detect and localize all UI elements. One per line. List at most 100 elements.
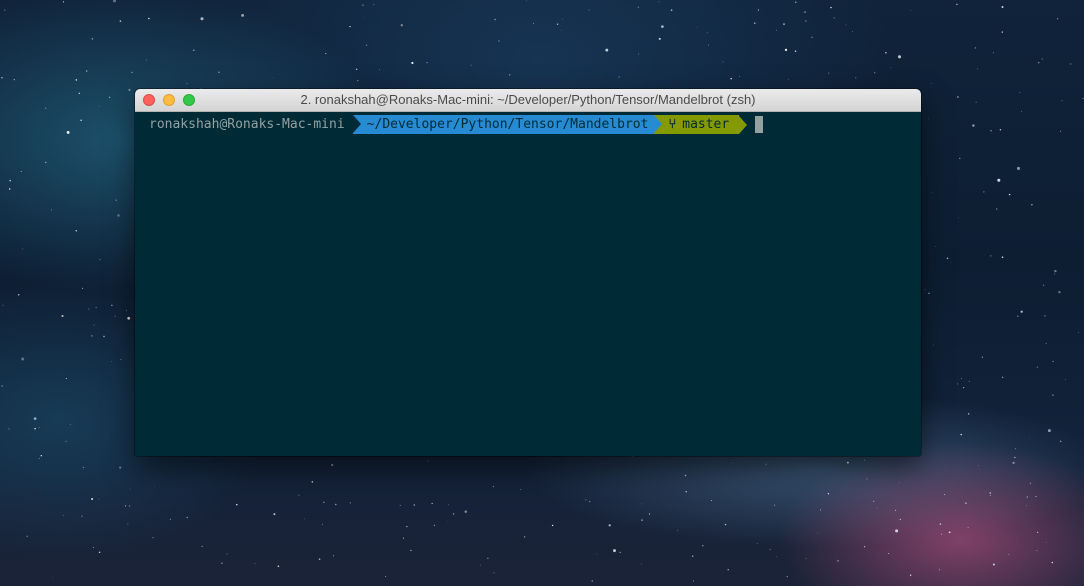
star [98, 551, 101, 553]
star [125, 505, 126, 507]
star [325, 52, 327, 55]
star [957, 96, 959, 98]
star [333, 555, 335, 557]
star [732, 462, 733, 463]
title-bar[interactable]: 2. ronakshah@Ronaks-Mac-mini: ~/Develope… [135, 89, 921, 112]
star [111, 361, 112, 363]
star [20, 171, 22, 173]
star [1052, 394, 1054, 396]
star [108, 96, 111, 99]
star [119, 466, 122, 469]
star [51, 209, 52, 211]
star [62, 514, 64, 516]
star [1054, 269, 1057, 273]
star [125, 310, 127, 312]
star [95, 307, 97, 309]
star [890, 66, 892, 68]
star [866, 478, 868, 480]
star [990, 255, 992, 257]
terminal-content[interactable]: ronakshah@Ronaks-Mac-mini ~/Developer/Py… [135, 112, 921, 456]
text-cursor[interactable] [755, 116, 764, 133]
star [399, 505, 401, 507]
star [605, 48, 609, 52]
star [431, 502, 433, 504]
star [1001, 376, 1004, 379]
star [863, 546, 866, 548]
star [193, 49, 195, 51]
star [830, 6, 832, 9]
star [845, 24, 847, 26]
star [804, 11, 806, 13]
star [1001, 6, 1004, 8]
star [957, 383, 958, 385]
star [21, 248, 23, 250]
star [82, 466, 85, 469]
star [1008, 193, 1011, 196]
star [357, 80, 359, 82]
star [561, 18, 563, 20]
star [186, 516, 188, 519]
star [1019, 92, 1021, 93]
star [1051, 561, 1054, 564]
star [128, 505, 131, 507]
star [1017, 315, 1019, 317]
star [589, 500, 591, 503]
star [1031, 204, 1033, 206]
star [888, 552, 890, 555]
star [493, 572, 495, 574]
star [776, 556, 777, 558]
star [981, 356, 984, 358]
star [1044, 315, 1046, 317]
star [1035, 495, 1037, 498]
star [696, 26, 698, 28]
star [774, 504, 776, 506]
star [93, 324, 95, 326]
star [487, 557, 489, 559]
star [69, 423, 71, 425]
star [186, 83, 188, 85]
star [996, 208, 998, 210]
star [931, 82, 933, 84]
star [152, 537, 154, 539]
star [433, 524, 435, 526]
star [641, 519, 643, 521]
star [885, 52, 887, 54]
star [8, 188, 11, 190]
star [470, 64, 472, 66]
star [974, 47, 977, 49]
star [1043, 284, 1045, 286]
star [613, 549, 616, 553]
star [75, 79, 78, 81]
star [692, 555, 694, 557]
star [638, 53, 640, 55]
star [990, 130, 992, 132]
star [355, 68, 358, 71]
star [402, 537, 405, 539]
star [794, 50, 797, 53]
star [349, 502, 351, 504]
star [98, 498, 100, 500]
star [378, 68, 380, 70]
star [784, 48, 788, 52]
star [1001, 31, 1004, 33]
star [757, 9, 760, 11]
star [640, 563, 642, 565]
star [93, 546, 94, 548]
star [365, 44, 368, 46]
star [833, 17, 835, 19]
star [1070, 63, 1072, 65]
star [273, 513, 276, 516]
star [596, 553, 598, 555]
star [730, 77, 732, 80]
star [648, 513, 651, 515]
star [992, 52, 994, 54]
star [895, 509, 897, 511]
star [591, 580, 593, 582]
star [1029, 436, 1030, 438]
star [978, 464, 980, 466]
prompt-path: ~/Developer/Python/Tensor/Mandelbrot [352, 115, 655, 134]
star [939, 523, 942, 525]
star [702, 545, 704, 547]
star [452, 513, 455, 515]
star [40, 455, 42, 457]
